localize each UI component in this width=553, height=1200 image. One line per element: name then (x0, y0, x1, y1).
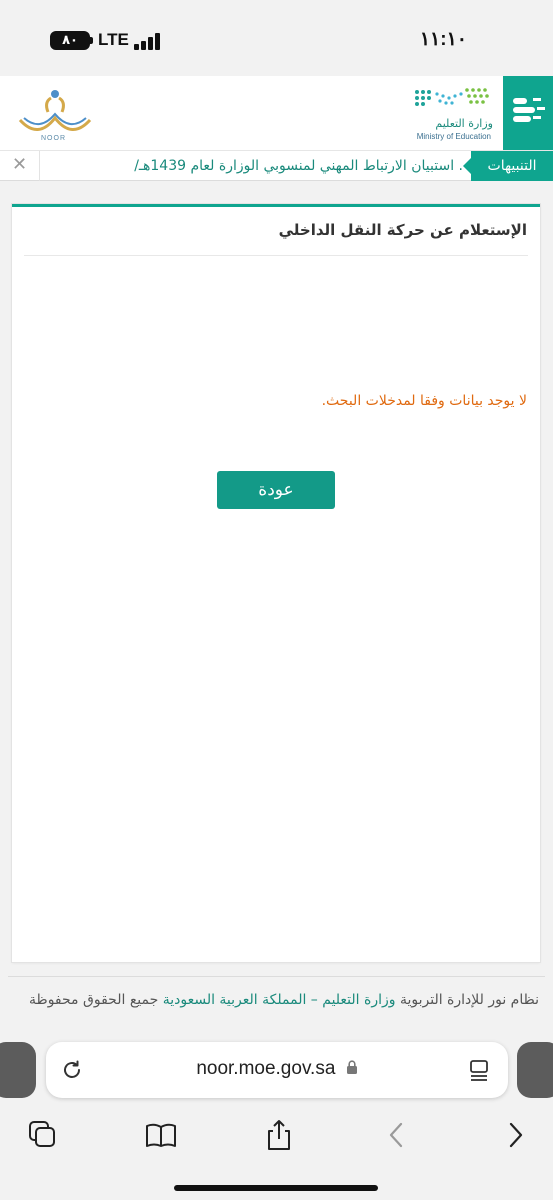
tabs-icon[interactable] (26, 1118, 60, 1152)
clock: ١١:١٠ (419, 29, 467, 50)
back-button[interactable]: عودة (217, 471, 335, 509)
close-icon[interactable]: ✕ (0, 151, 40, 181)
screen: ٨٠ LTE ١١:١٠ وزارة التعليم Ministry of E… (0, 0, 553, 1200)
moe-name-arabic: وزارة التعليم (435, 117, 493, 130)
alerts-label: التنبيهات (463, 151, 553, 181)
menu-button[interactable] (503, 76, 553, 150)
forward-arrow-icon[interactable] (498, 1118, 532, 1152)
noor-label: NOOR (41, 135, 66, 142)
footer-divider (8, 976, 545, 977)
url-text[interactable]: noor.moe.gov.sa (196, 1058, 335, 1079)
home-indicator[interactable] (174, 1185, 378, 1191)
status-bar: ٨٠ LTE ١١:١٠ (0, 0, 553, 76)
bookmarks-icon[interactable] (144, 1118, 178, 1152)
signal-icon (134, 32, 166, 50)
footer-moe-link[interactable]: وزارة التعليم – المملكة العربية السعودية (163, 992, 396, 1008)
moe-name-english: Ministry of Education (416, 132, 491, 141)
browser-chrome: noor.moe.gov.sa (0, 1030, 553, 1200)
noor-logo[interactable] (14, 82, 96, 142)
next-tab-preview[interactable] (517, 1042, 553, 1098)
reader-mode-icon[interactable] (468, 1058, 490, 1082)
alerts-bar: ✕ . استبيان الارتباط المهني لمنسوبي الوز… (0, 150, 553, 181)
lock-icon (346, 1060, 357, 1074)
previous-tab-preview[interactable] (0, 1042, 36, 1098)
address-bar[interactable]: noor.moe.gov.sa (46, 1042, 508, 1098)
footer-text-part1: نظام نور للإدارة التربوية (395, 992, 539, 1008)
alerts-ticker-text[interactable]: . استبيان الارتباط المهني لمنسوبي الوزار… (134, 158, 463, 174)
footer-copyright: نظام نور للإدارة التربوية وزارة التعليم … (10, 988, 539, 1012)
footer-text-part2: جميع الحقوق محفوظة (29, 992, 163, 1008)
site-header: وزارة التعليم Ministry of Education NOOR (0, 76, 553, 150)
page-title: الإستعلام عن حركة النقل الداخلي (278, 221, 527, 239)
share-icon[interactable] (262, 1118, 296, 1152)
moe-emblem-icon (513, 98, 545, 122)
inquiry-card: الإستعلام عن حركة النقل الداخلي لا يوجد … (12, 204, 540, 962)
no-data-message: لا يوجد بيانات وفقا لمدخلات البحث. (321, 393, 527, 409)
back-arrow-icon[interactable] (380, 1118, 414, 1152)
divider (24, 255, 528, 256)
network-type: LTE (98, 30, 129, 49)
battery-tip (90, 37, 93, 44)
battery-indicator: ٨٠ (50, 31, 90, 50)
browser-toolbar (0, 1110, 553, 1160)
url-display[interactable]: noor.moe.gov.sa (46, 1058, 508, 1080)
alerts-ticker[interactable]: . استبيان الارتباط المهني لمنسوبي الوزار… (42, 151, 463, 181)
